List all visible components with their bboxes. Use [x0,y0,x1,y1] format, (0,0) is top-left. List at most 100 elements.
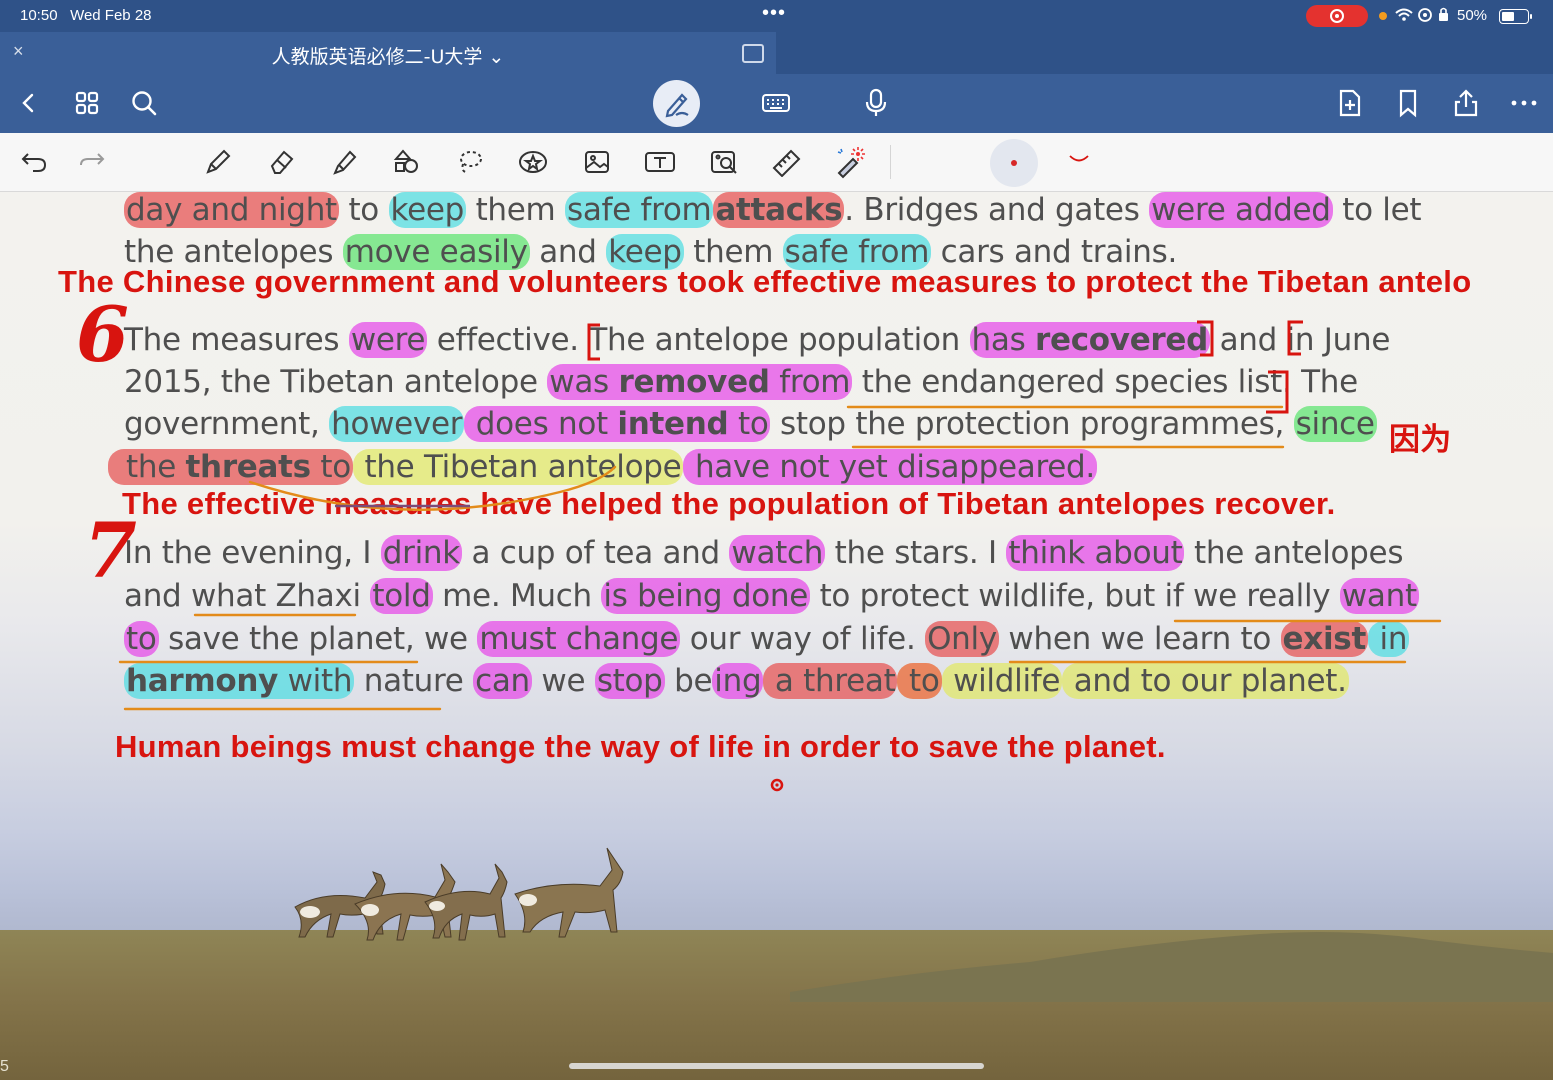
document-page[interactable]: day and night to keep them safe from atta… [0,192,1553,1080]
text-run: to let [1332,192,1422,228]
text-run: to [338,192,389,228]
shape-tool-icon[interactable] [390,145,424,179]
text-run: intend [617,406,729,442]
pen-color-picker[interactable] [990,139,1038,187]
more-options-icon[interactable] [1507,86,1541,120]
recording-icon[interactable] [1306,5,1368,27]
navigation-toolbar [0,74,1553,133]
text-run: our way of life. [680,621,926,657]
handwriting-mode-icon[interactable] [653,80,700,127]
back-icon[interactable] [12,86,46,120]
highlight-exist: exist [1280,621,1368,657]
highlight-have-not-yet-disappeared: have not yet disappeared. [683,449,1097,485]
bookmark-icon[interactable] [1391,86,1425,120]
highlight-since: since [1293,406,1377,442]
text-line-6: the threats to the Tibetan antelope have… [108,449,1097,485]
highlight-drink: drink [380,535,462,571]
text-run: nature [354,663,474,699]
highlight-the-tibetan-antelope: the Tibetan antelope [352,449,684,485]
image-tool-icon[interactable] [580,145,614,179]
highlight-day-and-night: day and night [124,192,339,228]
text-run: , [1274,406,1294,442]
text-line-9: to save the planet, we must change our w… [124,621,1410,657]
text-run: from [769,364,851,400]
text-run: with [278,663,353,699]
annotation-summary-3: Human beings must change the way of life… [115,729,1166,764]
text-line-1: day and night to keep them safe from atta… [124,192,1422,228]
text-run: and in June [1210,322,1391,358]
privacy-indicator-dot [1379,12,1387,20]
text-run: government, [124,406,330,442]
highlight-is-being-done: is being done [601,578,811,614]
highlight-wildlife: wildlife [941,663,1063,699]
text-run: the stars. I [825,535,1007,571]
multitasking-dots[interactable]: ••• [762,2,786,25]
wifi-icon [1394,6,1454,27]
highlight-in: in [1367,621,1410,657]
toolbar-divider [890,145,891,179]
highlight-were-added: were added [1149,192,1333,228]
share-icon[interactable] [1449,86,1483,120]
highlight-however: however [329,406,465,442]
highlight-must-change: must change [477,621,681,657]
annotation-summary-1: The Chinese government and volunteers to… [58,264,1472,299]
status-time: 10:50 Wed Feb 28 [20,7,152,24]
highlight-only: Only [925,621,999,657]
paragraph-number-6: 6 [76,290,129,379]
sticker-tool-icon[interactable] [516,145,550,179]
microphone-icon[interactable] [859,86,893,120]
text-tool-icon[interactable] [643,145,677,179]
red-dot-mark [770,778,784,792]
laser-pointer-tool-icon[interactable] [833,145,867,179]
document-title[interactable]: 人教版英语必修二-U大学 ⌄ [0,42,776,69]
tibetan-antelopes-photo [294,847,624,941]
text-run: them [466,192,565,228]
keyboard-icon[interactable] [759,86,793,120]
image-search-tool-icon[interactable] [707,145,741,179]
search-icon[interactable] [127,86,161,120]
highlight-keep: keep [388,192,467,228]
text-run: save the planet, we [158,621,478,657]
text-run: 2015, the Tibetan antelope [124,364,548,400]
text-run: we [531,663,595,699]
stroke-width-preview[interactable] [1068,153,1090,163]
undo-icon[interactable] [17,145,51,179]
highlighter-tool-icon[interactable] [327,145,361,179]
text-run: a cup of tea and [461,535,730,571]
add-page-icon[interactable] [1333,86,1367,120]
highlight-watch: watch [729,535,826,571]
text-run: stop [770,406,856,442]
text-run: when we learn to [998,621,1281,657]
ruler-tool-icon[interactable] [770,145,804,179]
highlight-think-about: think about [1006,535,1185,571]
highlight-to: to [897,663,942,699]
text-run: does not [466,406,618,442]
home-indicator[interactable] [569,1063,984,1069]
highlight-want: want [1339,578,1419,614]
text-run: removed [618,364,770,400]
red-color-swatch [1011,160,1017,166]
text-line-5: government, however does not intend to s… [124,406,1377,442]
text-run: harmony [126,663,279,699]
annotation-summary-2: The effective measures have helped the p… [122,486,1336,521]
highlight-can: can [473,663,532,699]
split-view-icon[interactable] [742,44,764,63]
text-run: the antelopes [1184,535,1404,571]
redo-icon[interactable] [75,145,109,179]
document-tab[interactable]: × 人教版英语必修二-U大学 ⌄ [0,32,776,74]
pen-tool-icon[interactable] [201,145,235,179]
tab-bar: × 人教版英语必修二-U大学 ⌄ [0,32,1553,74]
highlight-safe-from: safe from [565,192,714,228]
highlight-and-to-our-planet: and to our planet. [1062,663,1349,699]
lasso-tool-icon[interactable] [453,145,487,179]
text-line-10: harmony with nature can we stop being a … [124,663,1349,699]
text-run: The measures [124,322,349,358]
text-line-4: 2015, the Tibetan antelope was removed f… [124,364,1358,400]
text-run: and what Zhaxi [124,578,371,614]
text-run: be [664,663,713,699]
grid-view-icon[interactable] [70,86,104,120]
text-run: was [549,364,619,400]
battery-icon [1499,9,1532,24]
text-run: to [310,449,351,485]
eraser-tool-icon[interactable] [264,145,298,179]
